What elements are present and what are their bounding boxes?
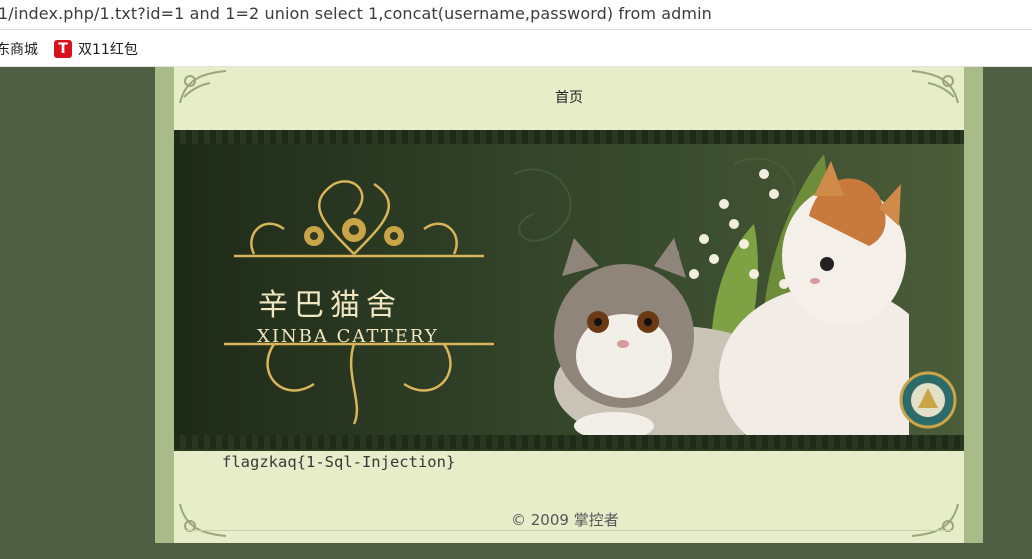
- query-result-text: flagzkaq{1-Sql-Injection}: [222, 453, 456, 471]
- banner-image: 辛巴猫舍 XINBA CATTERY: [174, 144, 964, 436]
- banner-border: [174, 130, 964, 144]
- ornament-icon: [179, 503, 227, 537]
- bookmark-double11[interactable]: T 双11红包: [54, 39, 138, 59]
- tmall-icon: T: [54, 40, 72, 58]
- banner: 辛巴猫舍 XINBA CATTERY: [174, 130, 964, 451]
- address-bar[interactable]: 1/index.php/1.txt?id=1 and 1=2 union sel…: [0, 0, 1032, 30]
- footer-divider: [186, 530, 952, 531]
- bookmark-label: 东商城: [0, 42, 38, 58]
- cat-adult-image: [719, 161, 909, 436]
- footer-copyright: © 2009 掌控者: [511, 511, 619, 529]
- logo-title-en: XINBA CATTERY: [257, 326, 439, 347]
- bookmark-jd-mall[interactable]: 东商城: [0, 39, 38, 59]
- cfa-badge-icon: [899, 371, 957, 429]
- bookmark-label: 双11红包: [78, 42, 138, 58]
- nav-home-link[interactable]: 首页: [555, 87, 583, 107]
- logo-title-cn: 辛巴猫舍: [258, 288, 402, 323]
- url-text[interactable]: 1/index.php/1.txt?id=1 and 1=2 union sel…: [0, 4, 712, 23]
- top-nav: 首页: [174, 67, 964, 129]
- banner-border: [174, 435, 964, 449]
- ornament-icon: [911, 503, 959, 537]
- bookmarks-bar: 东商城 T 双11红包: [0, 30, 1032, 67]
